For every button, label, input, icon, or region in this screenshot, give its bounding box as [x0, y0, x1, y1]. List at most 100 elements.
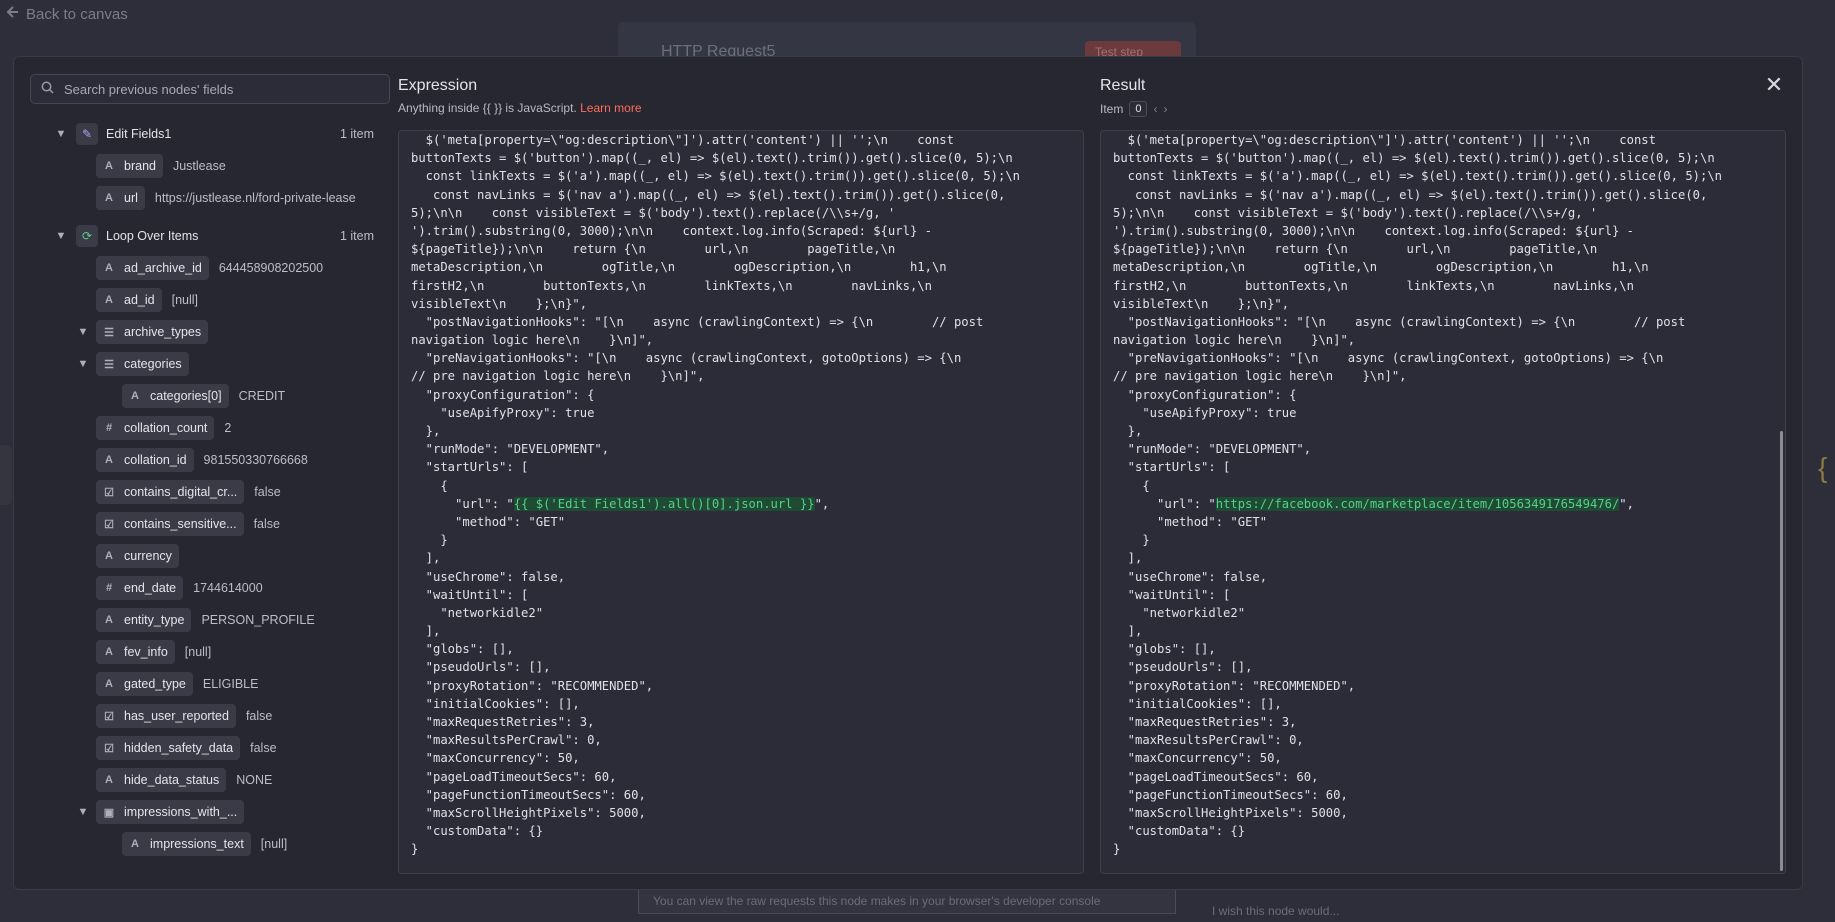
item-index-input[interactable]: 0 [1129, 101, 1148, 117]
code-line: { [411, 478, 448, 493]
result-item-selector: Item 0 ‹ › [1100, 101, 1167, 117]
field-value: Justlease [172, 159, 226, 173]
tree-node-edit-fields[interactable]: ▼ ✎ Edit Fields1 1 item [30, 122, 390, 146]
field-pill[interactable]: Aentity_type [96, 608, 192, 632]
field-row[interactable]: Afev_info [null] [96, 640, 211, 664]
expression-editor[interactable]: $('meta[property=\"og:description\"]').a… [398, 130, 1084, 874]
field-pill[interactable]: ☑ contains_sensitive... [96, 512, 244, 536]
field-value: 981550330766668 [203, 453, 308, 467]
number-type-icon: # [105, 582, 113, 594]
field-brand[interactable]: Abrand Justlease [96, 154, 226, 178]
field-pill[interactable]: ☑ hidden_safety_data [96, 736, 241, 760]
field-url[interactable]: Aurl https://justlease.nl/ford-private-l… [96, 186, 356, 210]
code-line: "pageFunctionTimeoutSecs": 60, [1113, 787, 1348, 802]
chevron-right-icon[interactable]: › [1163, 102, 1167, 116]
code-line: "maxResultsPerCrawl": 0, [1113, 733, 1304, 748]
search-input[interactable] [64, 81, 364, 97]
field-pill[interactable]: Aimpressions_text [122, 832, 251, 856]
chevron-down-icon[interactable]: ▼ [76, 357, 90, 371]
item-label: Item [1100, 102, 1124, 116]
code-line: buttonTexts = $('button').map((_, el) =>… [411, 151, 1013, 166]
field-row[interactable]: Aentity_type PERSON_PROFILE [96, 608, 315, 632]
field-row[interactable]: Acurrency [96, 544, 179, 568]
field-value: false [254, 485, 281, 499]
field-row[interactable]: Ahide_data_status NONE [96, 768, 272, 792]
field-pill[interactable]: Abrand [96, 154, 163, 178]
field-value: 644458908202500 [218, 261, 324, 275]
code-line: ], [411, 551, 441, 566]
expression-code[interactable]: $('meta[property=\"og:description\"]').a… [411, 131, 1081, 859]
field-row[interactable]: ☑ hidden_safety_data false [96, 736, 277, 760]
field-pill[interactable]: ☑ has_user_reported [96, 704, 236, 728]
field-row[interactable]: Aad_archive_id 644458908202500 [96, 256, 323, 280]
code-line: metaDescription,\n ogTitle,\n ogDescript… [1113, 260, 1649, 275]
field-key: ad_id [124, 293, 155, 307]
field-row[interactable]: Aimpressions_text [null] [122, 832, 287, 856]
field-key: fev_info [124, 645, 168, 659]
code-line: "useChrome": false, [411, 569, 566, 584]
field-pill[interactable]: Aad_id [96, 288, 162, 312]
string-type-icon: A [105, 678, 113, 690]
close-icon[interactable]: ✕ [1763, 74, 1785, 96]
field-value: [null] [260, 837, 288, 851]
field-pill[interactable]: Agated_type [96, 672, 193, 696]
field-value: ELIGIBLE [202, 677, 259, 691]
field-row[interactable]: ▼ ▣ impressions_with_... [78, 800, 245, 824]
field-row[interactable]: ☑ contains_sensitive... false [96, 512, 280, 536]
code-line: "maxResultsPerCrawl": 0, [411, 733, 602, 748]
code-line: "pseudoUrls": [], [411, 660, 551, 675]
code-line: buttonTexts = $('button').map((_, el) =>… [1113, 151, 1715, 166]
field-pill[interactable]: ☰ categories [96, 352, 189, 376]
boolean-type-icon: ☑ [104, 710, 114, 723]
highlighted-value: {{ $('Edit Fields1').all()[0].json.url }… [513, 496, 815, 511]
field-row[interactable] [122, 864, 258, 874]
field-value: false [253, 517, 280, 531]
code-line: "preNavigationHooks": "[\n async (crawli… [1113, 351, 1664, 366]
string-type-icon: A [105, 192, 113, 204]
code-line: "initialCookies": [], [411, 696, 580, 711]
field-key: impressions_with_... [124, 805, 238, 819]
learn-more-link[interactable]: Learn more [580, 101, 641, 115]
code-line: "startUrls": [ [1113, 460, 1231, 475]
scrollbar[interactable] [1780, 431, 1783, 871]
field-pill[interactable]: Acurrency [96, 544, 179, 568]
field-pill[interactable]: Afev_info [96, 640, 175, 664]
field-pill[interactable]: # end_date [96, 576, 184, 600]
field-key: entity_type [124, 613, 185, 627]
code-line: "customData": {} [1113, 824, 1246, 839]
field-pill[interactable]: ☑ contains_digital_cr... [96, 480, 245, 504]
back-to-canvas-link[interactable]: Back to canvas [6, 5, 128, 23]
field-row[interactable]: ☑ contains_digital_cr... false [96, 480, 281, 504]
chevron-down-icon[interactable]: ▼ [54, 127, 68, 141]
field-pill[interactable]: Aad_archive_id [96, 256, 209, 280]
field-pill[interactable]: Acollation_id [96, 448, 194, 472]
field-pill[interactable]: ☰ archive_types [96, 320, 209, 344]
field-row[interactable]: Acollation_id 981550330766668 [96, 448, 308, 472]
chevron-down-icon[interactable]: ▼ [76, 325, 90, 339]
code-line: firstH2,\n buttonTexts,\n linkTexts,\n n… [411, 278, 932, 293]
field-row[interactable]: # collation_count 2 [96, 416, 231, 440]
chevron-left-icon[interactable]: ‹ [1153, 102, 1157, 116]
field-pill[interactable]: Ahide_data_status [96, 768, 227, 792]
code-line: ${pageTitle});\n\n return {\n url,\n pag… [411, 242, 896, 257]
field-pill[interactable]: ▣ impressions_with_... [96, 800, 245, 824]
code-line: ], [411, 624, 441, 639]
code-line: // pre navigation logic here\n }\n]", [411, 369, 705, 384]
field-row[interactable]: Acategories[0] CREDIT [122, 384, 285, 408]
field-row[interactable]: ▼ ☰ archive_types [78, 320, 209, 344]
field-pill[interactable]: Acategories[0] [122, 384, 229, 408]
code-line: "startUrls": [ [411, 460, 529, 475]
field-row[interactable]: Aad_id [null] [96, 288, 198, 312]
code-line: "networkidle2" [1113, 605, 1246, 620]
field-row[interactable]: ☑ has_user_reported false [96, 704, 272, 728]
chevron-down-icon[interactable]: ▼ [54, 229, 68, 243]
field-pill[interactable]: # collation_count [96, 416, 215, 440]
field-row[interactable]: # end_date 1744614000 [96, 576, 263, 600]
tree-node-loop-over-items[interactable]: ▼ ⟳ Loop Over Items 1 item [30, 224, 390, 248]
field-pill[interactable]: Aurl [96, 186, 145, 210]
code-line: "proxyConfiguration": { [411, 387, 595, 402]
chevron-down-icon[interactable]: ▼ [76, 805, 90, 819]
field-row[interactable]: Agated_type ELIGIBLE [96, 672, 258, 696]
field-row[interactable]: ▼ ☰ categories [78, 352, 189, 376]
search-input-wrapper[interactable] [30, 74, 390, 104]
